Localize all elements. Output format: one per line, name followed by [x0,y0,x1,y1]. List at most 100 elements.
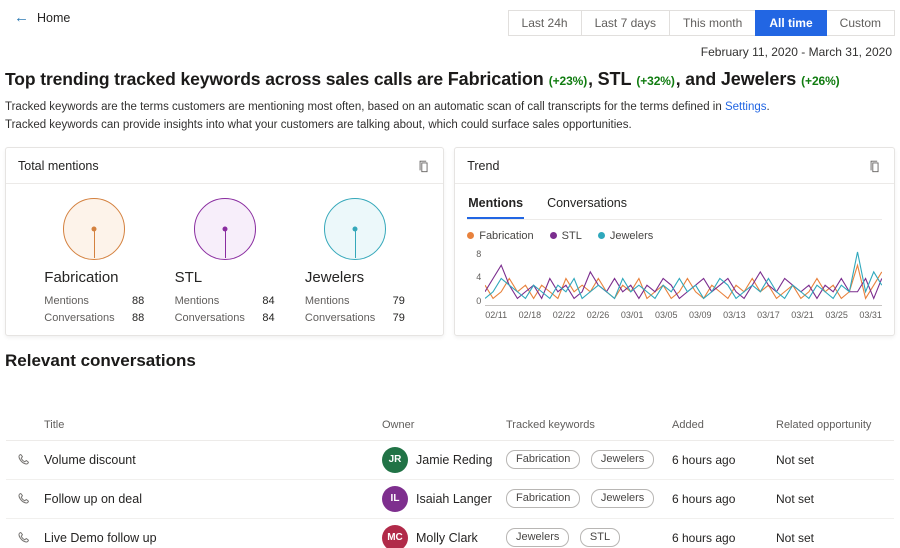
legend-label: STL [561,229,582,242]
date-range: February 11, 2020 - March 31, 2020 [700,45,892,59]
owner-cell: JR Jamie Reding [382,446,506,473]
keyword-name: Jewelers [304,268,365,286]
table-header-row: Title Owner Tracked keywords Added Relat… [6,415,894,441]
time-filter-group: Last 24h Last 7 days This month All time… [507,10,895,36]
column-title: Title [44,418,65,431]
trend-card-body: Mentions Conversations Fabrication STL J… [455,184,894,329]
chart-legend: Fabrication STL Jewelers [467,220,882,250]
topbar: ← Home Last 24h Last 7 days This month A… [0,0,900,36]
keyword-chips: Jewelers STL [506,528,672,548]
total-mentions-card-title: Total mentions [18,158,99,173]
x-tick: 02/22 [552,309,576,320]
avatar: MC [382,524,408,548]
conversations-label: Conversations [174,311,245,324]
x-tick: 02/18 [518,309,542,320]
added-cell: 6 hours ago [672,491,736,506]
headline-keyword-2: STL [597,69,632,89]
owner-name: Isaiah Langer [416,491,492,506]
legend-dot [597,232,605,240]
filter-this-month[interactable]: This month [668,10,757,36]
legend-dot [549,232,557,240]
conversations-label: Conversations [44,311,115,324]
x-tick: 03/01 [620,309,644,320]
conversations-value: 79 [392,311,405,324]
keyword-chip: Jewelers [590,450,655,470]
bubble-stem [224,228,226,259]
bubble-dot [91,226,97,232]
legend-label: Jewelers [609,229,654,242]
owner-cell: IL Isaiah Langer [382,485,506,512]
description: Tracked keywords are the terms customers… [5,99,890,135]
description-line1-period: . [766,101,770,113]
tab-mentions[interactable]: Mentions [467,188,525,219]
y-axis-labels: 8 4 0 [467,249,485,306]
bubble-stem [94,228,96,259]
description-line1-text: Tracked keywords are the terms customers… [5,101,725,113]
owner-name: Molly Clark [416,530,478,545]
x-tick: 03/31 [859,309,882,320]
filter-custom[interactable]: Custom [825,10,895,36]
keyword-chips: Fabrication Jewelers [506,450,672,470]
conversation-title: Volume discount [44,452,136,467]
legend-item-stl: STL [549,229,582,242]
filter-last-7-days[interactable]: Last 7 days [580,10,670,36]
keyword-chip: Fabrication [506,450,581,470]
headline: Top trending tracked keywords across sal… [5,69,890,90]
keyword-chip: Jewelers [590,489,655,509]
jewelers-bubble-icon [323,197,386,260]
mentions-value: 79 [392,294,405,307]
headline-change-3: (+26%) [801,74,840,88]
headline-keyword-1: Fabrication [447,69,544,89]
conversations-value: 84 [262,311,275,324]
conversation-title: Live Demo follow up [44,530,157,545]
filter-all-time[interactable]: All time [755,10,827,36]
tab-conversations[interactable]: Conversations [546,188,628,219]
keyword-name: Fabrication [44,268,119,286]
phone-icon [16,491,44,506]
conversation-title: Follow up on deal [44,491,142,506]
copy-icon[interactable] [868,159,882,173]
description-line2-text: Tracked keywords can provide insights in… [5,118,632,131]
table-row[interactable]: Follow up on deal IL Isaiah Langer Fabri… [6,480,894,519]
conversations-stat: Conversations 88 [44,310,144,327]
added-cell: 6 hours ago [672,530,736,545]
trend-chart: 8 4 0 [467,249,882,306]
keyword-chips: Fabrication Jewelers [506,489,672,509]
related-opportunity-cell: Not set [776,530,815,545]
headline-separator-1: , [588,69,598,89]
conversations-label: Conversations [304,311,376,324]
bubble-dot [352,226,358,232]
fabrication-bubble-icon [63,197,126,260]
mentions-stat: Mentions 79 [305,293,405,310]
phone-icon [16,530,44,545]
conversations-stat: Conversations 84 [175,310,275,327]
column-added: Added [672,418,704,431]
keyword-summary-fabrication: Fabrication Mentions 88 Conversations 88 [44,197,144,327]
back-home-link[interactable]: ← Home [14,10,70,25]
y-tick: 4 [476,272,482,283]
stl-bubble-icon [193,197,256,260]
avatar: JR [382,446,408,473]
settings-link[interactable]: Settings [725,101,767,113]
headline-keyword-3: Jewelers [720,69,797,89]
trend-line-chart [485,250,882,306]
trend-card-title: Trend [467,158,500,173]
bubble-dot [222,226,228,232]
headline-change-1: (+23%) [548,74,588,88]
x-tick: 03/21 [791,309,814,320]
x-tick: 03/09 [689,309,712,320]
table-row[interactable]: Live Demo follow up MC Molly Clark Jewel… [6,519,894,548]
mentions-value: 84 [262,294,275,307]
owner-cell: MC Molly Clark [382,524,506,548]
x-tick: 03/17 [757,309,780,320]
x-tick: 03/13 [723,309,746,320]
total-mentions-card-header: Total mentions [6,148,444,184]
filter-last-24h[interactable]: Last 24h [507,10,582,36]
column-owner: Owner [382,418,415,431]
x-tick: 03/05 [654,309,678,320]
table-row[interactable]: Volume discount JR Jamie Reding Fabricat… [6,441,894,480]
mentions-label: Mentions [304,294,350,307]
copy-icon[interactable] [417,159,431,173]
legend-dot [467,232,475,240]
trend-card-header: Trend [455,148,894,184]
